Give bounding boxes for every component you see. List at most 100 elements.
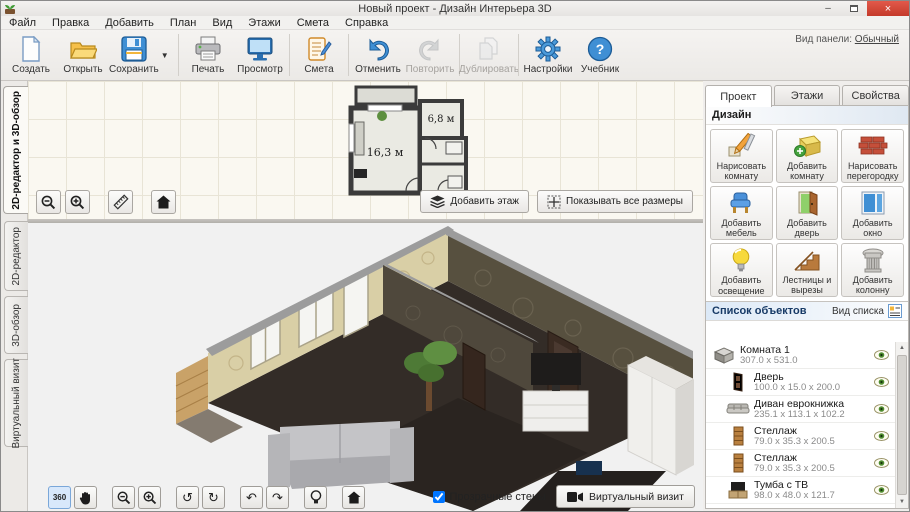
visibility-eye-icon[interactable]	[874, 350, 889, 360]
home-view-button[interactable]	[342, 486, 365, 509]
scrollbar-thumb[interactable]	[897, 355, 907, 495]
redo-button[interactable]: Повторить	[404, 33, 456, 75]
menu-edit[interactable]: Правка	[52, 17, 89, 29]
menu-view[interactable]: Вид	[212, 17, 232, 29]
object-row-door[interactable]: Дверь100.0 x 15.0 x 200.0	[706, 369, 895, 396]
tab-2d-and-3d[interactable]: 2D-редактор и 3D-обзор	[3, 86, 29, 214]
visibility-eye-icon[interactable]	[874, 377, 889, 387]
add-column-button[interactable]: Добавить колонну	[841, 243, 904, 297]
menu-add[interactable]: Добавить	[105, 17, 154, 29]
list-view-label: Вид списка	[832, 306, 884, 317]
panel-view-link[interactable]: Обычный	[855, 34, 899, 45]
menu-help[interactable]: Справка	[345, 17, 388, 29]
menu-plan[interactable]: План	[170, 17, 197, 29]
view-3d-canvas[interactable]: 360 ↺ ↻ ↶ ↷	[28, 223, 703, 512]
ruler-button[interactable]	[108, 190, 133, 214]
tab-project[interactable]: Проект	[705, 85, 772, 107]
fit-home-button[interactable]	[151, 190, 176, 214]
add-room-button[interactable]: Добавить комнату	[776, 129, 839, 183]
rotate-left-button[interactable]: ↺	[176, 486, 199, 509]
orbit-right-button[interactable]: ↷	[266, 486, 289, 509]
add-light-button[interactable]: Добавить освещение	[710, 243, 773, 297]
preview-button[interactable]: Просмотр	[234, 33, 286, 75]
orbit-right-icon: ↷	[272, 490, 283, 506]
tab-virtual-visit[interactable]: Виртуальный визит	[4, 359, 28, 447]
visibility-eye-icon[interactable]	[874, 458, 889, 468]
estimate-button[interactable]: Смета	[293, 33, 345, 75]
plan-2d-canvas[interactable]: 16,3 м 6,8 м Добавить этаж	[28, 81, 703, 219]
redo-label: Повторить	[406, 64, 455, 75]
menu-estimate[interactable]: Смета	[297, 17, 329, 29]
monitor-icon	[246, 35, 274, 63]
save-project-label: Сохранить	[109, 64, 159, 75]
tab-properties[interactable]: Свойства	[842, 85, 909, 106]
visibility-eye-icon[interactable]	[874, 485, 889, 495]
preview-label: Просмотр	[237, 64, 283, 75]
objects-list-header: Список объектов Вид списка	[706, 301, 908, 321]
rotate-right-button[interactable]: ↻	[202, 486, 225, 509]
tutorial-button[interactable]: ? Учебник	[574, 33, 626, 75]
object-row-shelf-1[interactable]: Стеллаж79.0 x 35.3 x 200.5	[706, 423, 895, 450]
title-bar: Новый проект - Дизайн Интерьера 3D – ×	[1, 1, 909, 16]
zoom-in-3d-button[interactable]	[138, 486, 161, 509]
undo-label: Отменить	[355, 64, 401, 75]
orbit-left-button[interactable]: ↶	[240, 486, 263, 509]
menu-file[interactable]: Файл	[9, 17, 36, 29]
open-project-label: Открыть	[63, 64, 102, 75]
door-icon	[792, 190, 822, 216]
transparent-walls-input[interactable]	[433, 491, 445, 503]
duplicate-button[interactable]: Дублировать	[463, 33, 515, 75]
lighting-button[interactable]	[304, 486, 327, 509]
zoom-out-3d-button[interactable]	[112, 486, 135, 509]
panel-view-switcher: Вид панели: Обычный	[795, 34, 899, 45]
objects-scrollbar[interactable]: ▲ ▼	[895, 342, 908, 508]
settings-button[interactable]: Настройки	[522, 33, 574, 75]
print-button[interactable]: Печать	[182, 33, 234, 75]
undo-button[interactable]: Отменить	[352, 33, 404, 75]
rotate-360-button[interactable]: 360	[48, 486, 71, 509]
home-icon	[156, 195, 171, 209]
object-row-sofa[interactable]: Диван еврокнижка235.1 x 113.1 x 102.2	[706, 396, 895, 423]
stairs-cutouts-button[interactable]: Лестницы и вырезы	[776, 243, 839, 297]
virtual-visit-button[interactable]: Виртуальный визит	[556, 485, 695, 508]
menu-floors[interactable]: Этажи	[248, 17, 280, 29]
object-row-tv-stand[interactable]: Тумба с ТВ98.0 x 48.0 x 121.7	[706, 477, 895, 504]
objects-header-title: Список объектов	[712, 305, 832, 317]
draw-room-button[interactable]: Нарисовать комнату	[710, 129, 773, 183]
settings-label: Настройки	[523, 64, 572, 75]
object-row-palm[interactable]: Пальма127.4 x 116.2 x 158.5	[706, 504, 895, 508]
add-furniture-button[interactable]: Добавить мебель	[710, 186, 773, 240]
add-window-button[interactable]: Добавить окно	[841, 186, 904, 240]
add-door-button[interactable]: Добавить дверь	[776, 186, 839, 240]
zoom-out-button[interactable]	[36, 190, 61, 214]
minimize-button[interactable]: –	[815, 1, 841, 16]
tab-floors[interactable]: Этажи	[774, 85, 841, 106]
pan-button[interactable]	[74, 486, 97, 509]
menu-bar: Файл Правка Добавить План Вид Этажи Смет…	[1, 16, 909, 30]
transparent-walls-checkbox[interactable]: Прозрачные стены	[433, 491, 545, 503]
scroll-down-icon[interactable]: ▼	[896, 496, 908, 508]
new-project-button[interactable]: Создать	[5, 33, 57, 75]
view-mode-tabs: 2D-редактор и 3D-обзор 2D-редактор 3D-об…	[1, 81, 28, 511]
list-view-icon[interactable]	[888, 304, 902, 318]
close-button[interactable]: ×	[867, 1, 909, 16]
object-row-shelf-2[interactable]: Стеллаж79.0 x 35.3 x 200.5	[706, 450, 895, 477]
draw-partition-button[interactable]: Нарисовать перегородку	[841, 129, 904, 183]
zoom-in-button[interactable]	[65, 190, 90, 214]
save-project-button[interactable]: Сохранить ▼	[109, 33, 175, 75]
estimate-label: Смета	[304, 64, 333, 75]
add-floor-label: Добавить этаж	[450, 196, 519, 207]
tutorial-label: Учебник	[581, 64, 619, 75]
tab-3d-view[interactable]: 3D-обзор	[4, 296, 28, 354]
scroll-up-icon[interactable]: ▲	[896, 342, 908, 354]
save-dropdown-arrow-icon[interactable]: ▼	[161, 51, 169, 60]
maximize-button[interactable]	[841, 1, 867, 16]
show-all-dimensions-button[interactable]: Показывать все размеры	[537, 190, 693, 213]
add-floor-button[interactable]: Добавить этаж	[420, 190, 529, 213]
floor-plan-2d[interactable]: 16,3 м 6,8 м	[346, 84, 468, 198]
tab-2d-editor[interactable]: 2D-редактор	[4, 221, 28, 291]
visibility-eye-icon[interactable]	[874, 431, 889, 441]
object-row-room[interactable]: Комната 1307.0 x 531.0	[706, 342, 895, 369]
visibility-eye-icon[interactable]	[874, 404, 889, 414]
open-project-button[interactable]: Открыть	[57, 33, 109, 75]
